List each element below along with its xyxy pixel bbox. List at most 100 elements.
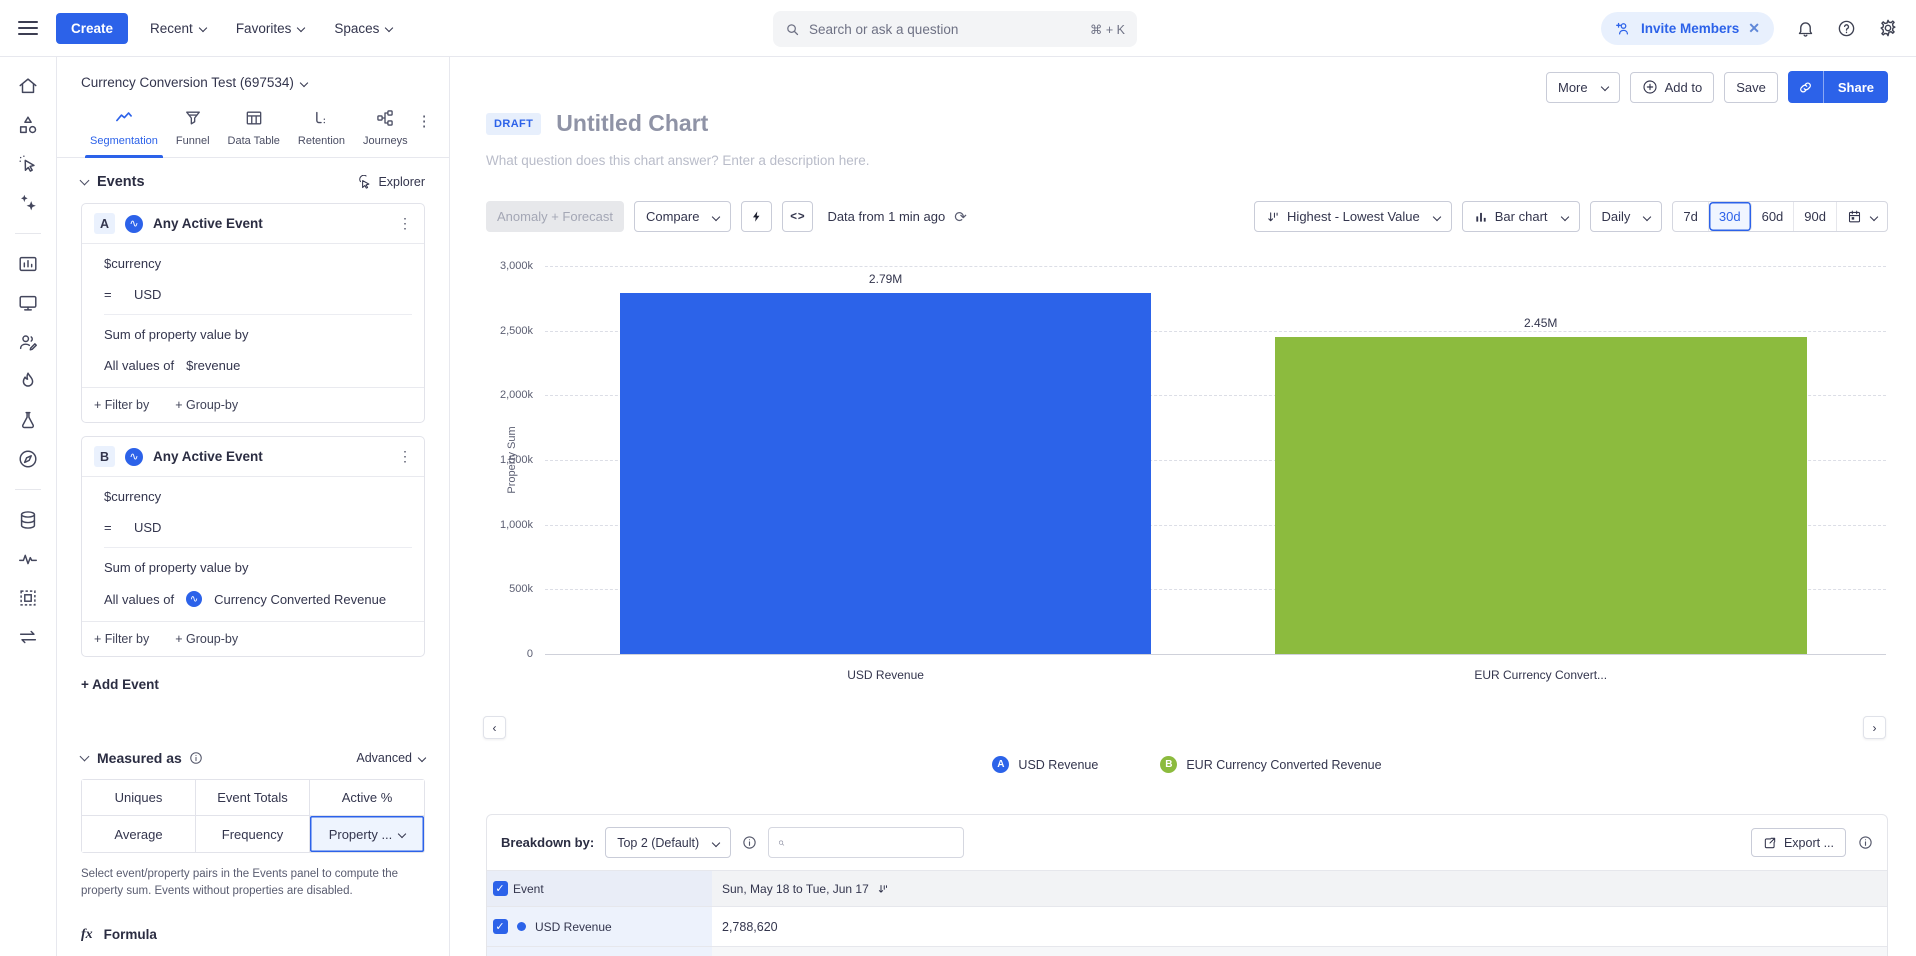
- range-30d-selected[interactable]: 30d: [1709, 202, 1752, 231]
- add-filter-button[interactable]: + Filter by: [94, 398, 149, 412]
- select-all-checkbox[interactable]: ✓: [493, 881, 508, 896]
- event-column-header[interactable]: Event: [513, 871, 712, 907]
- create-button[interactable]: Create: [56, 13, 128, 44]
- refresh-icon[interactable]: ⟳: [954, 208, 967, 226]
- chart-config-panel: Currency Conversion Test (697534) Segmen…: [57, 57, 450, 956]
- anomaly-forecast-button[interactable]: Anomaly + Forecast: [486, 201, 624, 232]
- filter-condition[interactable]: =USD: [104, 512, 412, 543]
- hamburger-menu-icon[interactable]: [18, 21, 38, 35]
- measure-option-property-sum[interactable]: Property ...: [310, 816, 424, 852]
- dashboards-chart-icon[interactable]: [17, 253, 39, 275]
- row-checkbox[interactable]: ✓: [493, 919, 508, 934]
- workflows-swap-icon[interactable]: [17, 626, 39, 648]
- spaces-menu[interactable]: Spaces: [334, 21, 392, 36]
- event-name[interactable]: Any Active Event: [153, 216, 263, 231]
- home-icon[interactable]: [17, 75, 39, 97]
- select-frame-icon[interactable]: [17, 587, 39, 609]
- info-icon[interactable]: [189, 751, 203, 765]
- copy-link-button[interactable]: [1788, 71, 1824, 103]
- flask-icon[interactable]: [17, 409, 39, 431]
- favorites-menu[interactable]: Favorites: [236, 21, 305, 36]
- range-60d[interactable]: 60d: [1752, 202, 1795, 231]
- advanced-toggle[interactable]: Advanced: [356, 751, 425, 765]
- search-input[interactable]: [809, 22, 1081, 37]
- compare-button[interactable]: Compare: [634, 201, 731, 232]
- info-icon[interactable]: [742, 835, 757, 850]
- recent-menu[interactable]: Recent: [150, 21, 206, 36]
- y-tick: 2,000k: [500, 389, 533, 401]
- filter-property[interactable]: $currency: [104, 481, 412, 512]
- close-icon[interactable]: ✕: [1748, 21, 1760, 35]
- more-button[interactable]: More: [1546, 72, 1620, 103]
- chart-title[interactable]: Untitled Chart: [556, 110, 708, 137]
- export-button[interactable]: Export ...: [1751, 828, 1846, 857]
- monitor-icon[interactable]: [17, 292, 39, 314]
- add-groupby-button[interactable]: + Group-by: [175, 632, 238, 646]
- breakdown-search[interactable]: [768, 827, 964, 858]
- sort-order-button[interactable]: Highest - Lowest Value: [1254, 201, 1452, 232]
- chart-page-next-button[interactable]: ›: [1863, 716, 1886, 739]
- signals-pulse-icon[interactable]: [17, 548, 39, 570]
- add-to-button[interactable]: Add to: [1630, 72, 1715, 103]
- code-view-button[interactable]: <>: [782, 201, 813, 232]
- invite-members-pill[interactable]: Invite Members ✕: [1601, 12, 1774, 45]
- custom-date-range-button[interactable]: [1837, 202, 1887, 231]
- tab-retention[interactable]: Retention: [289, 106, 354, 157]
- add-filter-button[interactable]: + Filter by: [94, 632, 149, 646]
- filter-property[interactable]: $currency: [104, 248, 412, 279]
- ai-sparkles-icon[interactable]: [17, 192, 39, 214]
- breakdown-search-input[interactable]: [793, 836, 954, 850]
- save-button[interactable]: Save: [1724, 72, 1778, 103]
- add-event-button[interactable]: + Add Event: [81, 677, 425, 692]
- measure-target[interactable]: All values of$revenue: [104, 350, 240, 381]
- explorer-button[interactable]: Explorer: [357, 175, 425, 190]
- info-icon[interactable]: [1858, 835, 1873, 850]
- date-range-column-header[interactable]: Sun, May 18 to Tue, Jun 17: [712, 882, 1887, 896]
- tab-segmentation[interactable]: Segmentation: [81, 106, 167, 157]
- legend-item-a[interactable]: A USD Revenue: [992, 756, 1098, 773]
- measure-option-event-totals[interactable]: Event Totals: [196, 780, 310, 816]
- event-options-kebab-icon[interactable]: ⋮: [398, 448, 412, 465]
- flame-icon[interactable]: [17, 370, 39, 392]
- event-options-kebab-icon[interactable]: ⋮: [398, 215, 412, 232]
- global-search[interactable]: ⌘ + K: [773, 11, 1137, 47]
- more-tabs-kebab-icon[interactable]: ⋮: [417, 106, 432, 130]
- bar-usd-revenue[interactable]: 2.79M: [620, 293, 1151, 654]
- collapse-chevron-icon[interactable]: [80, 752, 90, 762]
- chart-description-placeholder[interactable]: What question does this chart answer? En…: [486, 153, 869, 168]
- add-groupby-button[interactable]: + Group-by: [175, 398, 238, 412]
- chart-type-button[interactable]: Bar chart: [1462, 201, 1580, 232]
- notifications-bell-icon[interactable]: [1796, 19, 1815, 38]
- collapse-chevron-icon[interactable]: [80, 176, 90, 186]
- settings-gear-icon[interactable]: [1878, 18, 1898, 38]
- breakdown-selector[interactable]: Top 2 (Default): [605, 827, 731, 858]
- data-database-icon[interactable]: [17, 509, 39, 531]
- event-name[interactable]: Any Active Event: [153, 449, 263, 464]
- magic-select-cursor-icon[interactable]: [17, 153, 39, 175]
- filter-condition[interactable]: =USD: [104, 279, 412, 310]
- users-icon[interactable]: [17, 331, 39, 353]
- share-button[interactable]: Share: [1824, 71, 1888, 103]
- measure-target[interactable]: All values of ∿ Currency Converted Reven…: [104, 583, 386, 615]
- measure-option-active-pct[interactable]: Active %: [310, 780, 424, 816]
- templates-shapes-icon[interactable]: [17, 114, 39, 136]
- interval-button[interactable]: Daily: [1590, 201, 1663, 232]
- tab-funnel[interactable]: Funnel: [167, 106, 219, 157]
- measure-option-uniques[interactable]: Uniques: [82, 780, 196, 816]
- range-90d[interactable]: 90d: [1794, 202, 1837, 231]
- formula-button[interactable]: fx Formula: [81, 927, 425, 943]
- discover-compass-icon[interactable]: [17, 448, 39, 470]
- help-icon[interactable]: [1837, 19, 1856, 38]
- measure-option-average[interactable]: Average: [82, 816, 196, 852]
- legend-dot-a: A: [992, 756, 1009, 773]
- range-7d[interactable]: 7d: [1673, 202, 1708, 231]
- measure-option-frequency[interactable]: Frequency: [196, 816, 310, 852]
- legend-item-b[interactable]: B EUR Currency Converted Revenue: [1160, 756, 1381, 773]
- chart-page-prev-button[interactable]: ‹: [483, 716, 506, 739]
- insights-bolt-button[interactable]: [741, 201, 772, 232]
- tab-journeys[interactable]: Journeys: [354, 106, 417, 157]
- project-selector[interactable]: Currency Conversion Test (697534): [81, 75, 425, 90]
- bar-eur-converted-revenue[interactable]: 2.45M: [1275, 337, 1807, 654]
- series-name-cell[interactable]: USD Revenue: [513, 920, 712, 934]
- tab-data-table[interactable]: Data Table: [219, 106, 289, 157]
